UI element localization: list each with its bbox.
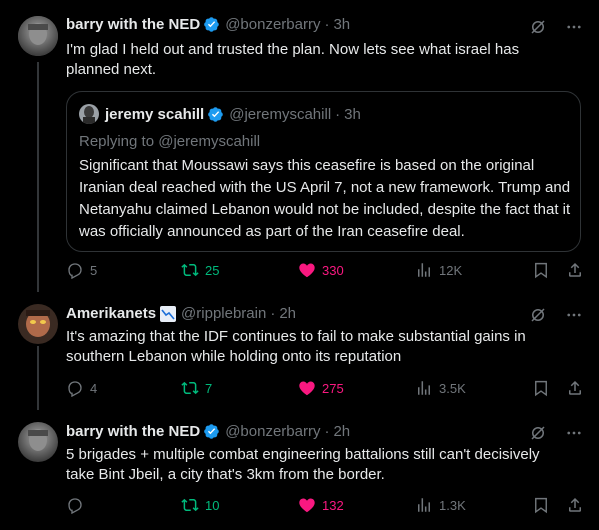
display-name[interactable]: barry with the NED xyxy=(66,423,200,440)
reply-button[interactable]: 4 xyxy=(66,379,97,397)
like-count: 132 xyxy=(322,497,344,513)
quote-avatar xyxy=(79,104,99,124)
verified-badge-icon xyxy=(204,17,219,32)
bookmark-button[interactable] xyxy=(532,496,556,514)
more-options-icon[interactable] xyxy=(565,424,583,442)
share-icon xyxy=(569,380,581,395)
views-icon xyxy=(418,381,430,395)
heart-icon xyxy=(299,498,315,513)
grok-icon[interactable] xyxy=(529,424,547,442)
separator-dot: · xyxy=(335,105,341,123)
tweet-actions: 10 132 1.3K xyxy=(66,496,584,516)
separator-dot: · xyxy=(324,16,330,33)
reply-button[interactable]: 5 xyxy=(66,261,97,279)
views-button[interactable]: 12K xyxy=(415,261,462,279)
grok-icon[interactable] xyxy=(529,18,547,36)
timestamp[interactable]: 2h xyxy=(333,423,350,440)
like-count: 330 xyxy=(322,262,344,278)
avatar[interactable] xyxy=(18,422,58,462)
bookmark-icon xyxy=(535,262,547,279)
views-count: 1.3K xyxy=(439,497,466,513)
tweet-header: Amerikanets @ripplebrain · 2h xyxy=(66,305,296,322)
retweet-button[interactable]: 7 xyxy=(181,379,212,397)
views-count: 3.5K xyxy=(439,380,466,396)
views-button[interactable]: 3.5K xyxy=(415,379,466,397)
display-name[interactable]: barry with the NED xyxy=(66,16,200,33)
quote-text: Significant that Moussawi says this ceas… xyxy=(79,157,571,240)
tweet-header: barry with the NED @bonzerbarry · 2h xyxy=(66,423,350,440)
share-button[interactable] xyxy=(566,261,590,279)
tweet-top-icons xyxy=(529,18,583,36)
views-icon xyxy=(418,498,430,512)
reply-icon xyxy=(68,263,82,279)
more-options-icon[interactable] xyxy=(565,306,583,324)
retweet-count: 10 xyxy=(205,497,220,513)
tweet-actions: 4 7 275 3.5K xyxy=(66,379,584,399)
display-name[interactable]: Amerikanets xyxy=(66,305,156,322)
tweet-header: barry with the NED @bonzerbarry · 3h xyxy=(66,16,350,33)
like-button[interactable]: 132 xyxy=(298,496,344,514)
more-options-icon[interactable] xyxy=(565,18,583,36)
handle[interactable]: @bonzerbarry xyxy=(225,16,320,33)
views-button[interactable]: 1.3K xyxy=(415,496,466,514)
bookmark-button[interactable] xyxy=(532,379,556,397)
tweet[interactable]: barry with the NED @bonzerbarry · 2h 5 b… xyxy=(0,410,599,530)
timestamp[interactable]: 2h xyxy=(279,305,296,322)
separator-dot: · xyxy=(324,423,330,440)
bookmark-button[interactable] xyxy=(532,261,556,279)
quote-display-name: jeremy scahill xyxy=(105,105,205,123)
reply-icon xyxy=(68,498,82,514)
retweet-count: 7 xyxy=(205,380,213,396)
share-button[interactable] xyxy=(566,379,590,397)
grok-icon[interactable] xyxy=(529,306,547,324)
tweet-top-icons xyxy=(529,424,583,442)
retweet-icon xyxy=(181,381,199,395)
retweet-button[interactable]: 10 xyxy=(181,496,219,514)
share-icon xyxy=(569,262,581,277)
heart-icon xyxy=(299,263,315,278)
retweet-count: 25 xyxy=(205,262,220,278)
share-icon xyxy=(569,497,581,512)
chart-decreasing-icon xyxy=(160,305,177,322)
verified-badge-icon xyxy=(208,106,223,122)
views-count: 12K xyxy=(439,262,463,278)
quoted-tweet[interactable]: jeremy scahill @jeremyscahill · 3h Reply… xyxy=(66,91,581,252)
reply-icon xyxy=(68,381,82,397)
tweet-text: It's amazing that the IDF continues to f… xyxy=(66,328,526,365)
reply-button[interactable] xyxy=(66,496,90,514)
quote-handle: @jeremyscahill xyxy=(229,105,332,123)
share-button[interactable] xyxy=(566,496,590,514)
handle[interactable]: @bonzerbarry xyxy=(225,423,320,440)
retweet-button[interactable]: 25 xyxy=(181,261,219,279)
separator-dot: · xyxy=(270,305,276,322)
tweet-text: 5 brigades + multiple combat engineering… xyxy=(66,446,540,483)
tweet-top-icons xyxy=(529,306,583,324)
tweet-text: I'm glad I held out and trusted the plan… xyxy=(66,41,520,78)
replying-to: Replying to @jeremyscahill xyxy=(79,133,261,150)
quote-timestamp: 3h xyxy=(344,105,361,123)
reply-count: 4 xyxy=(90,380,98,396)
reply-count: 5 xyxy=(90,262,98,278)
views-icon xyxy=(418,263,430,277)
heart-icon xyxy=(299,381,315,396)
retweet-icon xyxy=(181,498,199,512)
like-button[interactable]: 275 xyxy=(298,379,344,397)
timestamp[interactable]: 3h xyxy=(333,16,350,33)
handle[interactable]: @ripplebrain xyxy=(181,305,266,322)
bookmark-icon xyxy=(535,380,547,397)
like-count: 275 xyxy=(322,380,344,396)
bookmark-icon xyxy=(535,497,547,514)
like-button[interactable]: 330 xyxy=(298,261,344,279)
avatar[interactable] xyxy=(18,16,58,56)
avatar[interactable] xyxy=(18,304,58,344)
tweet[interactable]: Amerikanets @ripplebrain · 2h It's amazi… xyxy=(0,292,599,410)
tweet[interactable]: barry with the NED @bonzerbarry · 3h I'm… xyxy=(0,0,599,292)
tweet-actions: 5 25 330 12K xyxy=(66,261,584,281)
retweet-icon xyxy=(181,263,199,277)
verified-badge-icon xyxy=(204,424,219,439)
